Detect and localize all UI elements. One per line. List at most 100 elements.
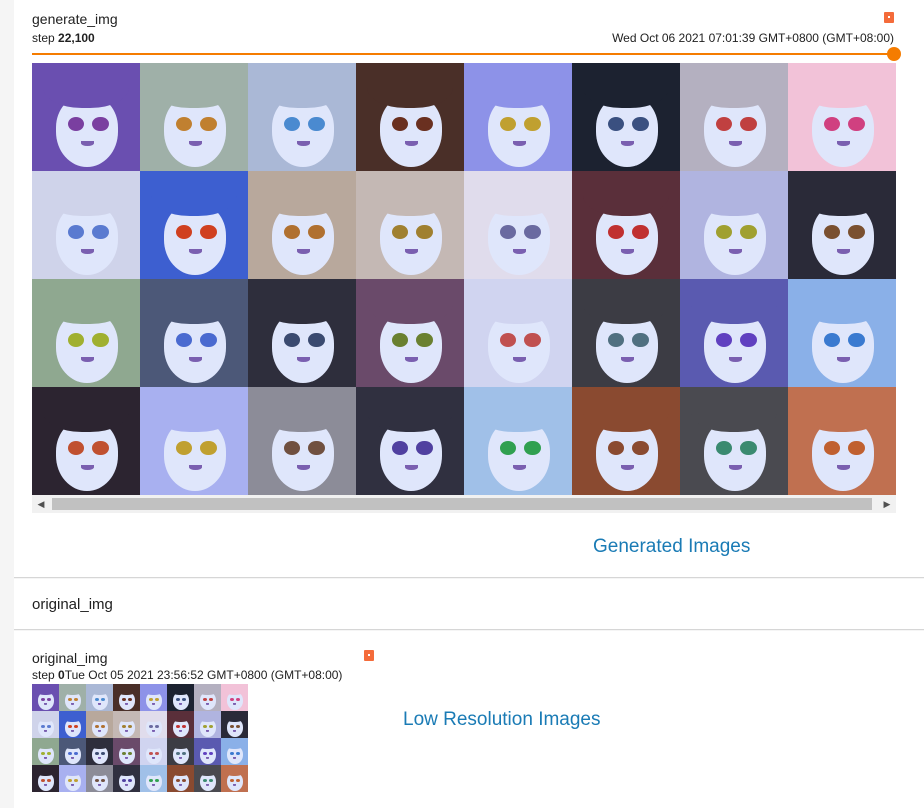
image-thumbnail — [32, 738, 59, 765]
hair-bangs — [474, 171, 562, 217]
image-thumbnail — [356, 279, 464, 387]
left-eye — [67, 751, 72, 755]
right-eye — [182, 751, 187, 755]
left-eye — [202, 751, 207, 755]
right-eye — [74, 724, 79, 728]
hair-bangs — [366, 387, 454, 433]
image-thumbnail — [194, 711, 221, 738]
right-eye — [128, 724, 133, 728]
hair-bangs — [42, 63, 130, 109]
image-thumbnail — [140, 279, 248, 387]
mouth — [233, 703, 237, 705]
image-thumbnail — [167, 765, 194, 792]
image-thumbnail — [464, 171, 572, 279]
scrollbar-thumb[interactable] — [52, 498, 872, 510]
left-eye — [283, 117, 300, 132]
mouth — [179, 757, 183, 759]
right-eye — [47, 697, 52, 701]
right-eye — [416, 225, 433, 240]
step-indicator: step 22,100 — [32, 31, 95, 45]
mouth — [206, 730, 210, 732]
pin-icon[interactable] — [364, 650, 374, 661]
horizontal-scrollbar[interactable]: ◀ ▶ — [32, 495, 896, 513]
image-thumbnail — [221, 711, 248, 738]
right-eye — [47, 778, 52, 782]
hair-bangs — [258, 171, 346, 217]
mouth — [404, 464, 418, 471]
right-eye — [182, 778, 187, 782]
image-thumbnail — [221, 738, 248, 765]
pin-icon[interactable] — [884, 12, 894, 23]
generated-images-caption: Generated Images — [593, 536, 751, 557]
left-eye — [607, 225, 624, 240]
mouth — [296, 464, 310, 471]
mouth — [98, 730, 102, 732]
image-thumbnail — [248, 387, 356, 495]
image-thumbnail — [194, 684, 221, 711]
mouth — [188, 140, 202, 147]
mouth — [125, 730, 129, 732]
image-thumbnail — [356, 387, 464, 495]
hair-bangs — [582, 171, 670, 217]
mouth — [836, 464, 850, 471]
mouth — [620, 356, 634, 363]
right-eye — [416, 117, 433, 132]
left-eye — [229, 751, 234, 755]
image-thumbnail — [59, 738, 86, 765]
image-thumbnail — [32, 711, 59, 738]
right-eye — [632, 117, 649, 132]
right-eye — [236, 724, 241, 728]
right-eye — [155, 778, 160, 782]
image-thumbnail — [167, 711, 194, 738]
left-eye — [94, 724, 99, 728]
timestamp: Tue Oct 05 2021 23:56:52 GMT+0800 (GMT+0… — [64, 668, 343, 682]
step-label: step — [32, 668, 55, 682]
image-thumbnail — [140, 684, 167, 711]
right-eye — [155, 751, 160, 755]
arrow-right-icon[interactable]: ▶ — [878, 495, 896, 513]
left-eye — [148, 697, 153, 701]
card-title: generate_img — [32, 11, 118, 27]
generate-img-card: generate_img step 22,100 Wed Oct 06 2021… — [14, 0, 924, 578]
left-eye — [391, 333, 408, 348]
right-eye — [47, 751, 52, 755]
image-thumbnail — [680, 279, 788, 387]
image-thumbnail — [464, 279, 572, 387]
hair-bangs — [582, 279, 670, 325]
left-eye — [202, 697, 207, 701]
original-image-grid[interactable] — [32, 684, 248, 792]
left-eye — [40, 724, 45, 728]
mouth — [296, 140, 310, 147]
mouth — [71, 703, 75, 705]
right-eye — [740, 441, 757, 456]
mouth — [512, 140, 526, 147]
step-label: step — [32, 31, 55, 45]
mouth — [188, 248, 202, 255]
right-eye — [524, 225, 541, 240]
arrow-left-icon[interactable]: ◀ — [32, 495, 50, 513]
left-eye — [823, 441, 840, 456]
left-eye — [229, 724, 234, 728]
hair-bangs — [366, 171, 454, 217]
step-slider-track[interactable] — [32, 53, 894, 55]
left-eye — [283, 333, 300, 348]
right-eye — [848, 117, 865, 132]
left-eye — [121, 724, 126, 728]
image-thumbnail — [140, 63, 248, 171]
right-eye — [236, 751, 241, 755]
mouth — [836, 248, 850, 255]
right-eye — [182, 724, 187, 728]
left-eye — [148, 751, 153, 755]
hair-bangs — [150, 279, 238, 325]
right-eye — [155, 697, 160, 701]
step-slider-thumb[interactable] — [887, 47, 901, 61]
original-img-section-header[interactable]: original_img — [14, 579, 924, 630]
hair-bangs — [690, 387, 778, 433]
left-eye — [499, 117, 516, 132]
right-eye — [155, 724, 160, 728]
left-eye — [94, 697, 99, 701]
generated-image-grid[interactable] — [32, 63, 896, 495]
right-eye — [74, 751, 79, 755]
mouth — [728, 464, 742, 471]
left-eye — [175, 225, 192, 240]
